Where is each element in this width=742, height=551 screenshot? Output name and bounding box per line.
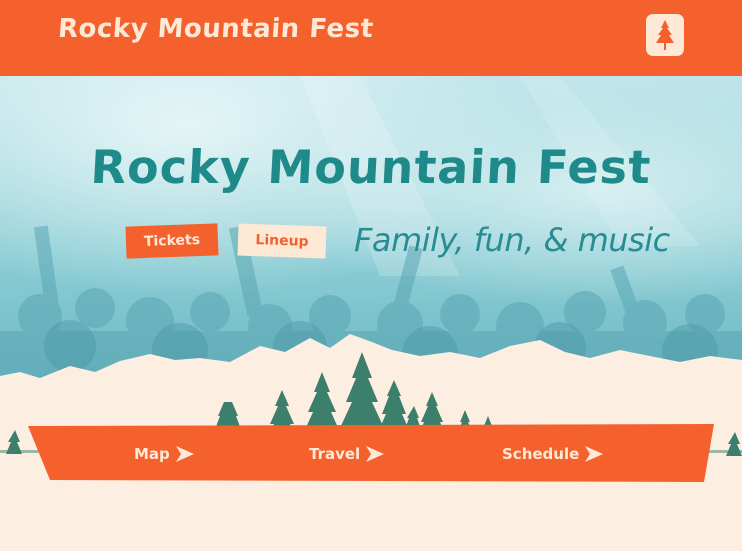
tickets-button[interactable]: Tickets: [125, 223, 219, 259]
lineup-button[interactable]: Lineup: [237, 223, 327, 259]
top-bar: Rocky Mountain Fest: [0, 0, 742, 76]
arrow-right-icon: [585, 446, 604, 462]
pine-tree-icon: [656, 20, 674, 50]
logo[interactable]: Rocky Mountain Fest: [57, 14, 375, 44]
hero-tagline: Family, fun, & music: [354, 221, 670, 259]
nav-schedule-link[interactable]: Schedule: [502, 442, 604, 466]
menu-button[interactable]: [646, 14, 684, 56]
arrow-right-icon: [366, 446, 385, 462]
hero-title: Rocky Mountain Fest: [89, 140, 653, 194]
nav-travel-label: Travel: [309, 445, 361, 463]
nav-travel-link[interactable]: Travel: [309, 442, 385, 466]
nav-schedule-label: Schedule: [502, 445, 580, 463]
nav-map-link[interactable]: Map: [134, 442, 194, 466]
nav-map-label: Map: [134, 445, 170, 463]
arrow-right-icon: [175, 446, 194, 462]
